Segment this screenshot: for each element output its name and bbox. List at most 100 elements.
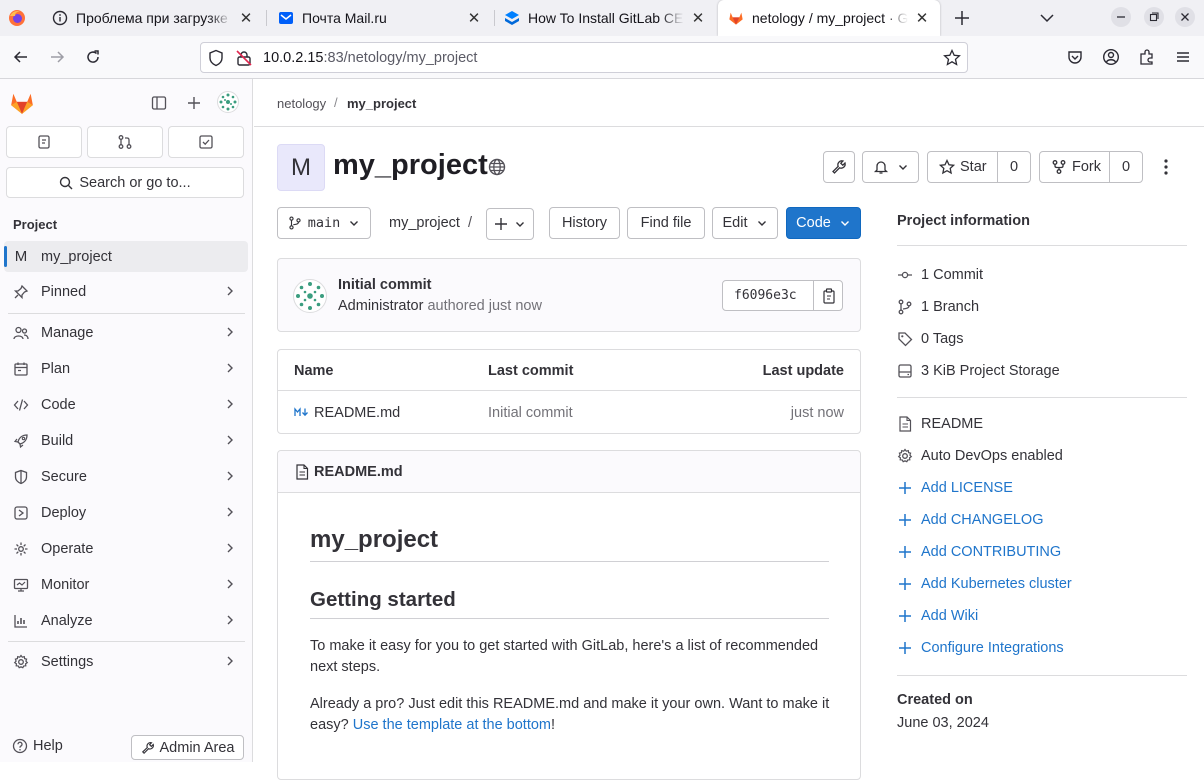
sidebar-item-deploy[interactable]: Deploy bbox=[4, 497, 248, 528]
sidebar-item-pinned[interactable]: Pinned bbox=[4, 276, 248, 307]
close-icon[interactable]: ✕ bbox=[690, 9, 706, 27]
browser-tab-4-active[interactable]: netology / my_project · GitLab ✕ bbox=[718, 0, 940, 36]
plus-icon bbox=[897, 640, 913, 656]
readme-paragraph-2: Already a pro? Just edit this README.md … bbox=[310, 694, 835, 736]
readme-paragraph-2-end: ! bbox=[551, 717, 556, 733]
shield-icon bbox=[13, 469, 29, 485]
link-label: Add CHANGELOG bbox=[921, 512, 1044, 528]
new-tab-icon[interactable] bbox=[951, 7, 973, 29]
sidebar-item-label: Manage bbox=[41, 324, 94, 341]
breadcrumb-project[interactable]: my_project bbox=[347, 96, 416, 111]
edit-dropdown-button[interactable]: Edit bbox=[712, 207, 778, 239]
url-bar[interactable]: 10.0.2.15:83/netology/my_project bbox=[200, 42, 968, 73]
star-count[interactable]: 0 bbox=[997, 152, 1030, 182]
sidebar-item-project[interactable]: M my_project bbox=[4, 241, 248, 272]
link-add-kubernetes[interactable]: Add Kubernetes cluster bbox=[897, 576, 1072, 592]
code-dropdown-button[interactable]: Code bbox=[786, 207, 861, 239]
help-button[interactable]: Help bbox=[12, 738, 63, 754]
sidebar-item-monitor[interactable]: Monitor bbox=[4, 569, 248, 600]
star-button[interactable]: Star 0 bbox=[927, 151, 1031, 183]
settings-wrench-button[interactable] bbox=[823, 151, 855, 183]
more-actions-icon[interactable] bbox=[1158, 157, 1174, 177]
user-avatar[interactable] bbox=[217, 91, 239, 113]
branch-selector[interactable]: main bbox=[277, 207, 371, 239]
pocket-icon[interactable] bbox=[1064, 46, 1086, 68]
create-new-icon[interactable] bbox=[185, 94, 203, 112]
commit-icon bbox=[897, 267, 913, 283]
link-add-license[interactable]: Add LICENSE bbox=[897, 480, 1013, 496]
sidebar-item-operate[interactable]: Operate bbox=[4, 533, 248, 564]
table-row[interactable]: README.md Initial commit just now bbox=[278, 392, 860, 433]
search-button[interactable]: Search or go to... bbox=[6, 167, 244, 198]
notifications-button[interactable] bbox=[862, 151, 919, 183]
browser-tab-1[interactable]: Проблема при загрузке страницы ✕ bbox=[42, 0, 264, 36]
repo-path[interactable]: my_project bbox=[389, 215, 460, 231]
commit-title[interactable]: Initial commit bbox=[338, 277, 431, 293]
find-file-button[interactable]: Find file bbox=[627, 207, 705, 239]
browser-tab-2[interactable]: Почта Mail.ru ✕ bbox=[268, 0, 492, 36]
link-add-changelog[interactable]: Add CHANGELOG bbox=[897, 512, 1044, 528]
minimize-icon[interactable] bbox=[1111, 7, 1131, 27]
account-icon[interactable] bbox=[1100, 46, 1122, 68]
plus-icon bbox=[897, 608, 913, 624]
back-icon[interactable] bbox=[10, 46, 32, 68]
link-auto-devops[interactable]: Auto DevOps enabled bbox=[897, 448, 1063, 464]
admin-area-button[interactable]: Admin Area bbox=[131, 735, 244, 760]
insecure-lock-icon[interactable] bbox=[235, 49, 253, 67]
link-add-contributing[interactable]: Add CONTRIBUTING bbox=[897, 544, 1061, 560]
restore-icon[interactable] bbox=[1144, 7, 1164, 27]
globe-icon bbox=[488, 158, 506, 176]
divider bbox=[310, 618, 829, 619]
sidebar-item-analyze[interactable]: Analyze bbox=[4, 605, 248, 636]
issues-button[interactable] bbox=[6, 126, 82, 158]
hamburger-menu-icon[interactable] bbox=[1172, 46, 1194, 68]
merge-requests-button[interactable] bbox=[87, 126, 163, 158]
history-button[interactable]: History bbox=[549, 207, 620, 239]
fork-button[interactable]: Fork 0 bbox=[1039, 151, 1143, 183]
last-commit-card: Initial commit Administrator authored ju… bbox=[277, 258, 861, 332]
extensions-icon[interactable] bbox=[1136, 46, 1158, 68]
sidebar-item-secure[interactable]: Secure bbox=[4, 461, 248, 492]
link-configure-integrations[interactable]: Configure Integrations bbox=[897, 640, 1064, 656]
sidebar-toggle-icon[interactable] bbox=[150, 94, 168, 112]
todo-button[interactable] bbox=[168, 126, 244, 158]
commit-sha[interactable]: f6096e3c bbox=[734, 288, 797, 303]
close-icon[interactable]: ✕ bbox=[914, 9, 930, 27]
commit-author[interactable]: Administrator bbox=[338, 298, 423, 314]
list-tabs-icon[interactable] bbox=[1036, 7, 1058, 29]
table-header: Name Last commit Last update bbox=[278, 350, 860, 391]
shield-icon[interactable] bbox=[207, 49, 225, 67]
sidebar-item-manage[interactable]: Manage bbox=[4, 317, 248, 348]
sidebar-item-label: Plan bbox=[41, 360, 71, 377]
forward-icon[interactable] bbox=[46, 46, 68, 68]
stat-storage[interactable]: 3 KiB Project Storage bbox=[897, 363, 1060, 379]
copy-sha-button[interactable] bbox=[813, 281, 843, 310]
sidebar-item-plan[interactable]: Plan bbox=[4, 353, 248, 384]
template-link[interactable]: Use the template at the bottom bbox=[353, 717, 551, 733]
breadcrumb-group[interactable]: netology bbox=[277, 96, 326, 111]
window-close-icon[interactable] bbox=[1175, 7, 1195, 27]
gitlab-logo-icon[interactable] bbox=[8, 89, 36, 117]
reload-icon[interactable] bbox=[82, 46, 104, 68]
stat-tags[interactable]: 0 Tags bbox=[897, 331, 963, 347]
sidebar-item-build[interactable]: Build bbox=[4, 425, 248, 456]
firefox-menu-icon[interactable] bbox=[6, 7, 28, 29]
chevron-right-icon bbox=[224, 433, 236, 447]
link-readme[interactable]: README bbox=[897, 416, 983, 432]
file-last-commit[interactable]: Initial commit bbox=[488, 405, 573, 421]
file-name[interactable]: README.md bbox=[314, 405, 400, 421]
readme-filename[interactable]: README.md bbox=[314, 464, 403, 480]
close-icon[interactable]: ✕ bbox=[238, 9, 254, 27]
sidebar-item-settings[interactable]: Settings bbox=[4, 646, 248, 677]
fork-count[interactable]: 0 bbox=[1109, 152, 1142, 182]
sidebar-item-code[interactable]: Code bbox=[4, 389, 248, 420]
close-icon[interactable]: ✕ bbox=[466, 9, 482, 27]
stat-branches[interactable]: 1 Branch bbox=[897, 299, 979, 315]
add-to-tree-button[interactable] bbox=[486, 208, 534, 240]
browser-tab-3[interactable]: How To Install GitLab CE on Ubuntu ✕ bbox=[494, 0, 716, 36]
stat-commits[interactable]: 1 Commit bbox=[897, 267, 983, 283]
link-add-wiki[interactable]: Add Wiki bbox=[897, 608, 978, 624]
stat-label: 3 KiB Project Storage bbox=[921, 363, 1060, 379]
bookmark-star-icon[interactable] bbox=[943, 49, 961, 67]
author-avatar[interactable] bbox=[293, 279, 327, 313]
